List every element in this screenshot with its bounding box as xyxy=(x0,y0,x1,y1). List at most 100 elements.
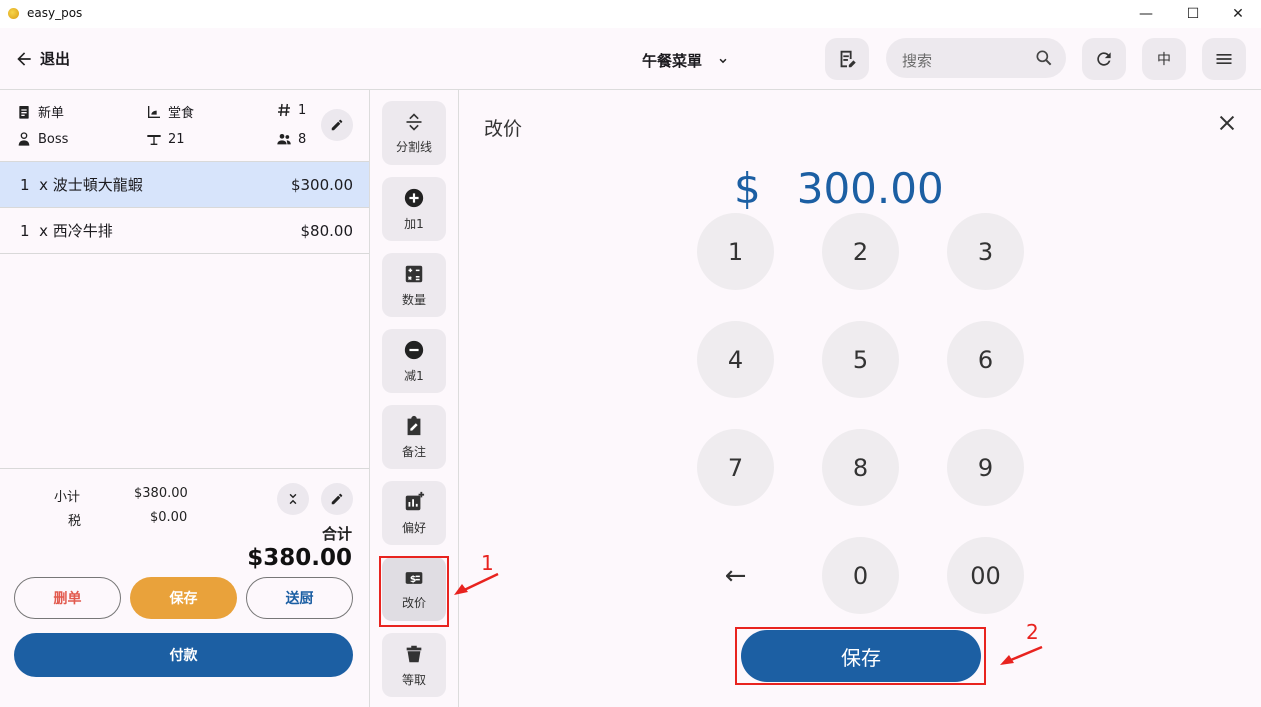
minimize-button[interactable]: — xyxy=(1123,0,1169,28)
item-qty: 1 xyxy=(20,176,30,194)
add-one-button[interactable]: 加1 xyxy=(382,177,446,241)
pay-button[interactable]: 付款 xyxy=(14,633,353,677)
keypad-key-6[interactable]: 6 xyxy=(947,321,1024,398)
edit-order-info-button[interactable] xyxy=(321,109,353,141)
minus-circle-icon xyxy=(404,340,424,359)
preference-button[interactable]: 偏好 xyxy=(382,481,446,545)
staff-icon xyxy=(18,132,30,146)
dialog-title: 改价 xyxy=(484,118,523,140)
receipt-edit-button[interactable] xyxy=(825,38,869,80)
delete-order-button[interactable]: 删单 xyxy=(14,577,121,619)
order-status: 新单 xyxy=(16,102,64,121)
keypad-key-3[interactable]: 3 xyxy=(947,213,1024,290)
receipt-edit-icon xyxy=(840,50,856,68)
annotation-number-2: 2 xyxy=(1026,620,1039,644)
tax-label: 税 xyxy=(68,514,82,529)
keypad-key-9[interactable]: 9 xyxy=(947,429,1024,506)
order-item-row[interactable]: 1 x 波士頓大龍蝦 $300.00 xyxy=(0,161,369,207)
keypad-key-00[interactable]: 00 xyxy=(947,537,1024,614)
language-label: 中 xyxy=(1157,52,1171,68)
tax-value: $0.00 xyxy=(150,510,188,525)
keypad-key-0[interactable]: 0 xyxy=(822,537,899,614)
total-value: $380.00 xyxy=(247,545,352,571)
search-placeholder: 搜索 xyxy=(902,52,933,70)
price-display: $ 300.00 xyxy=(734,164,944,213)
back-button[interactable]: 退出 xyxy=(14,48,70,69)
backspace-key[interactable]: ← xyxy=(697,537,774,614)
dine-in-icon xyxy=(148,105,160,118)
menu-selector[interactable]: 午餐菜單 xyxy=(642,50,730,71)
arrow-left-icon xyxy=(17,51,31,66)
subtotal-value: $380.00 xyxy=(134,486,188,501)
takeaway-button[interactable]: 等取 xyxy=(382,633,446,697)
tool-label: 减1 xyxy=(404,368,424,383)
table-icon xyxy=(147,135,161,145)
note-button[interactable]: 备注 xyxy=(382,405,446,469)
refresh-button[interactable] xyxy=(1082,38,1126,80)
change-price-dialog: 改价 $ 300.00 1 2 3 4 5 6 7 8 9 ← 0 00 保存 xyxy=(459,90,1261,707)
tool-label: 加1 xyxy=(404,216,424,231)
clipboard-icon xyxy=(19,105,29,119)
table-number: 21 xyxy=(168,131,185,147)
currency-symbol: $ xyxy=(734,164,761,213)
pencil-icon xyxy=(331,493,343,505)
order-item-desc: 1 x 波士頓大龍蝦 xyxy=(20,174,143,195)
dining-mode: 堂食 xyxy=(146,102,194,121)
close-dialog-icon[interactable] xyxy=(1216,112,1238,134)
keypad-key-1[interactable]: 1 xyxy=(697,213,774,290)
annotation-arrow-1 xyxy=(454,572,499,595)
collapse-summary-button[interactable] xyxy=(277,483,309,515)
item-price: $300.00 xyxy=(290,175,353,194)
price-amount: 300.00 xyxy=(796,164,944,213)
main-menu-button[interactable] xyxy=(1202,38,1246,80)
send-kitchen-button[interactable]: 送厨 xyxy=(246,577,353,619)
plus-circle-icon xyxy=(404,188,424,207)
edit-summary-button[interactable] xyxy=(321,483,353,515)
order-number-value: 1 xyxy=(298,102,307,118)
table: 21 xyxy=(146,131,185,147)
people-icon xyxy=(277,134,291,145)
keypad-key-2[interactable]: 2 xyxy=(822,213,899,290)
keypad-key-8[interactable]: 8 xyxy=(822,429,899,506)
divider-icon xyxy=(406,112,422,131)
maximize-button[interactable]: ☐ xyxy=(1170,0,1216,28)
tool-label: 数量 xyxy=(401,292,426,307)
order-panel: 新单 堂食 1 Boss 21 8 1 x 波士頓大龍蝦 $300.00 1 x… xyxy=(0,90,370,707)
search-input[interactable]: 搜索 xyxy=(886,38,1066,78)
takeaway-icon xyxy=(406,645,422,662)
divider-tool-button[interactable]: 分割线 xyxy=(382,101,446,165)
quantity-button[interactable]: 数量 xyxy=(382,253,446,317)
order-list-divider xyxy=(0,253,369,254)
order-status-label: 新单 xyxy=(38,106,65,121)
guests: 8 xyxy=(276,131,306,147)
staff: Boss xyxy=(16,131,68,147)
keypad-key-4[interactable]: 4 xyxy=(697,321,774,398)
annotation-box-2 xyxy=(735,627,986,685)
staff-name: Boss xyxy=(38,131,69,147)
annotation-arrow-2 xyxy=(1000,645,1043,665)
item-qty: 1 xyxy=(20,222,30,240)
total-label: 合计 xyxy=(321,525,352,543)
pencil-icon xyxy=(331,119,343,131)
window-titlebar: easy_pos — ☐ ✕ xyxy=(0,0,1261,28)
order-item-desc: 1 x 西冷牛排 xyxy=(20,220,113,241)
tool-label: 分割线 xyxy=(395,139,432,154)
subtract-one-button[interactable]: 减1 xyxy=(382,329,446,393)
item-name: 波士頓大龍蝦 xyxy=(52,176,143,194)
collapse-icon xyxy=(289,493,297,505)
item-times: x xyxy=(39,176,48,194)
clipboard-edit-icon xyxy=(407,415,421,435)
save-order-button[interactable]: 保存 xyxy=(130,577,237,619)
dining-mode-label: 堂食 xyxy=(168,106,195,121)
tool-label: 偏好 xyxy=(401,520,426,535)
close-window-button[interactable]: ✕ xyxy=(1215,0,1261,28)
language-button[interactable]: 中 xyxy=(1142,38,1186,80)
order-item-row[interactable]: 1 x 西冷牛排 $80.00 xyxy=(0,207,369,253)
keypad-key-5[interactable]: 5 xyxy=(822,321,899,398)
keypad-key-7[interactable]: 7 xyxy=(697,429,774,506)
item-price: $80.00 xyxy=(300,221,354,240)
guest-count: 8 xyxy=(298,131,307,147)
subtotal-label: 小计 xyxy=(54,490,81,505)
window-title: easy_pos xyxy=(27,6,83,20)
hamburger-menu-icon xyxy=(1216,54,1232,64)
